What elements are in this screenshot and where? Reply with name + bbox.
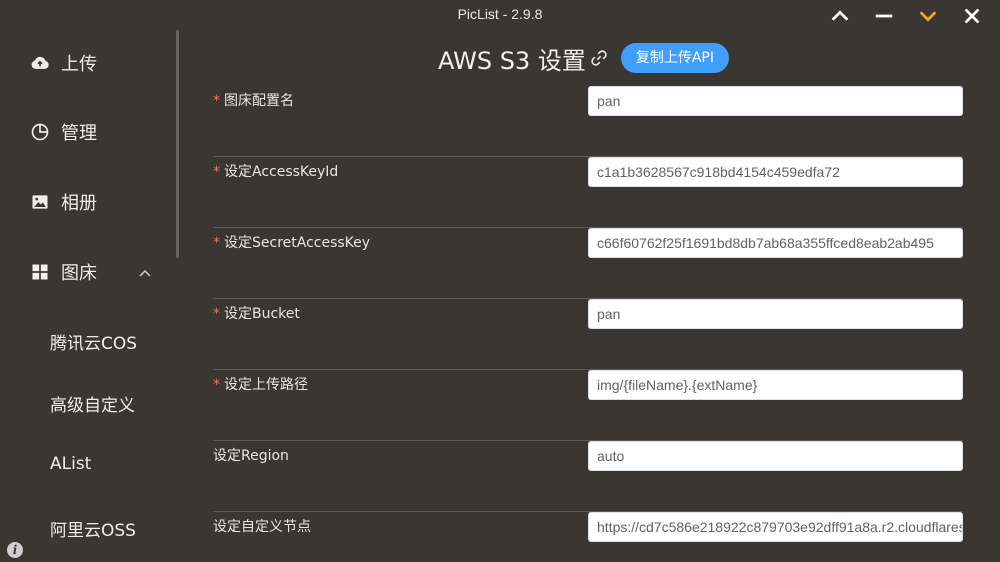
sidebar-subitem-aliyun-oss[interactable]: 阿里云OSS xyxy=(50,516,136,541)
field-label: * 设定SecretAccessKey xyxy=(213,228,370,258)
chevron-down-icon xyxy=(919,11,937,22)
window-controls xyxy=(818,0,994,32)
form-row-upload-path: * 设定上传路径 img/{fileName}.{extName} xyxy=(213,370,963,441)
chevron-up-icon xyxy=(831,10,849,21)
minimize-icon xyxy=(875,14,893,18)
sidebar-item-picbeds[interactable]: 图床 xyxy=(30,252,97,292)
form-row-custom-endpoint: 设定自定义节点 https://cd7c586e218922c879703e92… xyxy=(213,512,963,562)
sidebar-item-label: 管理 xyxy=(61,123,97,144)
field-label: * 设定AccessKeyId xyxy=(213,157,338,187)
required-mark: * xyxy=(213,235,220,251)
secret-access-key-input[interactable]: c66f60762f25f1691bd8db7ab68a355ffced8eab… xyxy=(588,228,963,258)
page-heading: AWS S3 设置 复制上传API xyxy=(438,40,729,76)
settings-panel: AWS S3 设置 复制上传API * 图床配置名 pan * 设定AccessKe… xyxy=(190,30,1000,562)
sidebar-subitem-advanced-custom[interactable]: 高级自定义 xyxy=(50,391,135,416)
sidebar-item-upload[interactable]: 上传 xyxy=(30,43,97,83)
sidebar-subitem-tencent-cos[interactable]: 腾讯云COS xyxy=(50,329,137,354)
custom-endpoint-input[interactable]: https://cd7c586e218922c879703e92dff91a8a… xyxy=(588,512,963,542)
page-title: AWS S3 设置 xyxy=(438,46,586,75)
field-label: * 设定上传路径 xyxy=(213,370,308,400)
config-name-input[interactable]: pan xyxy=(588,86,963,116)
access-key-id-input[interactable]: c1a1b3628567c918bd4154c459edfa72 xyxy=(588,157,963,187)
field-label: 设定Region xyxy=(213,448,289,464)
form-row-access-key-id: * 设定AccessKeyId c1a1b3628567c918bd4154c45… xyxy=(213,157,963,228)
upload-path-input[interactable]: img/{fileName}.{extName} xyxy=(588,370,963,400)
sidebar-item-label: 图床 xyxy=(61,263,97,284)
info-icon[interactable]: i xyxy=(7,542,23,558)
sidebar-item-manage[interactable]: 管理 xyxy=(30,112,97,152)
region-input[interactable]: auto xyxy=(588,441,963,471)
bucket-input[interactable]: pan xyxy=(588,299,963,329)
sidebar-item-label: 相册 xyxy=(61,193,97,214)
field-label-text: 设定上传路径 xyxy=(224,377,308,393)
grid-icon xyxy=(30,262,50,282)
mini-window-button[interactable] xyxy=(906,0,950,32)
sidebar-subitem-alist[interactable]: AList xyxy=(50,454,91,474)
cloud-upload-icon xyxy=(30,53,50,73)
required-mark: * xyxy=(213,164,220,180)
field-label-text: 设定Bucket xyxy=(224,306,300,322)
close-button[interactable] xyxy=(950,0,994,32)
form-row-region: 设定Region auto xyxy=(213,441,963,512)
required-mark: * xyxy=(213,93,220,109)
sidebar: 上传 管理 相册 图床 腾讯云COS 高级自定义 AList 阿里云OSS xyxy=(0,30,180,562)
field-label: 设定自定义节点 xyxy=(213,519,311,535)
minimize-button[interactable] xyxy=(862,0,906,32)
always-on-top-button[interactable] xyxy=(818,0,862,32)
form-row-secret-access-key: * 设定SecretAccessKey c66f60762f25f1691bd8d… xyxy=(213,228,963,299)
field-label-text: 图床配置名 xyxy=(224,93,294,109)
field-label-text: 设定AccessKeyId xyxy=(224,164,339,180)
field-label: * 图床配置名 xyxy=(213,86,294,116)
sidebar-item-gallery[interactable]: 相册 xyxy=(30,182,97,222)
field-label: * 设定Bucket xyxy=(213,299,300,329)
form-row-bucket: * 设定Bucket pan xyxy=(213,299,963,370)
link-icon[interactable] xyxy=(589,48,609,68)
field-label-text: 设定SecretAccessKey xyxy=(224,235,371,251)
sidebar-scrollbar[interactable] xyxy=(176,30,179,258)
form-row-config-name: * 图床配置名 pan xyxy=(213,86,963,157)
pie-chart-icon xyxy=(30,122,50,142)
copy-upload-api-button[interactable]: 复制上传API xyxy=(620,43,729,73)
required-mark: * xyxy=(213,306,220,322)
image-icon xyxy=(30,192,50,212)
required-mark: * xyxy=(213,377,220,393)
sidebar-item-label: 上传 xyxy=(61,54,97,75)
chevron-up-icon[interactable] xyxy=(137,265,153,281)
close-icon xyxy=(964,8,980,24)
